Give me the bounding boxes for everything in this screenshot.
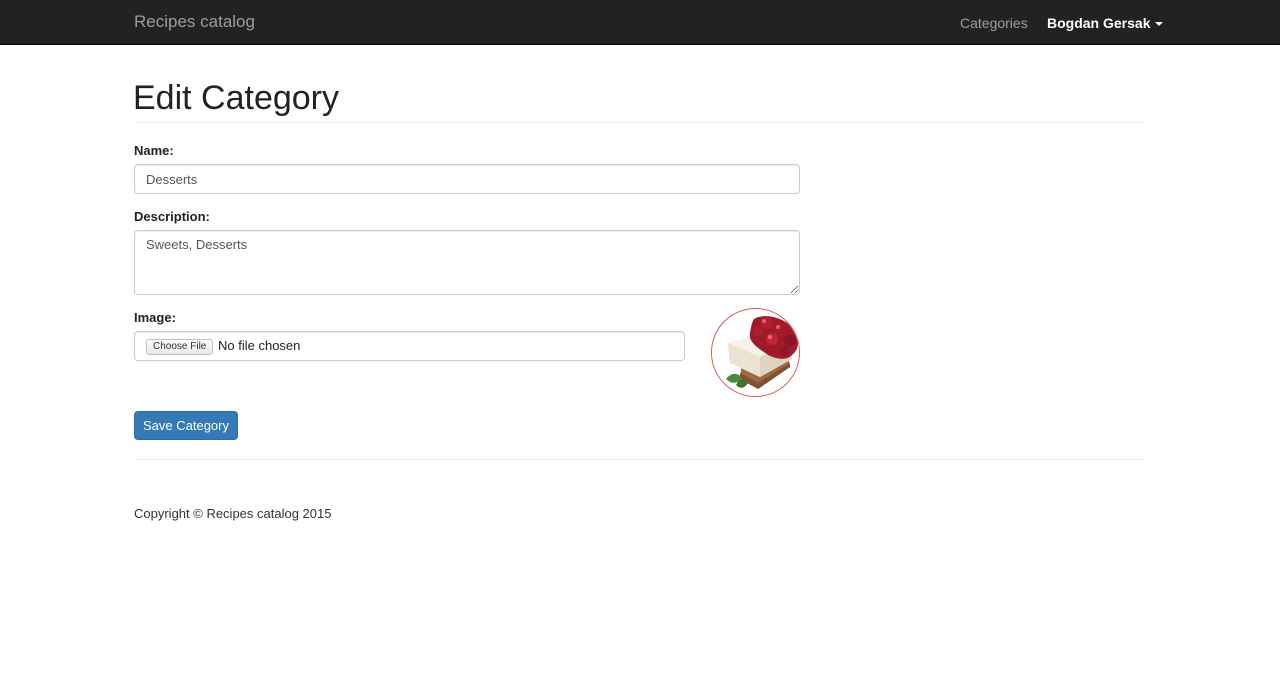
file-status-text: No file chosen	[218, 338, 301, 353]
save-category-button[interactable]: Save Category	[134, 411, 238, 440]
footer-divider	[134, 459, 1146, 460]
brand-link[interactable]: Recipes catalog	[134, 12, 255, 32]
image-label: Image:	[134, 310, 176, 325]
description-label: Description:	[134, 209, 210, 224]
name-input[interactable]	[134, 164, 800, 194]
user-name: Bogdan Gersak	[1047, 15, 1151, 31]
user-menu-dropdown[interactable]: Bogdan Gersak	[1047, 14, 1164, 32]
name-label: Name:	[134, 143, 174, 158]
caret-down-icon	[1155, 22, 1164, 27]
title-divider	[134, 122, 1146, 123]
navbar: Recipes catalog Categories Bogdan Gersak	[0, 0, 1280, 45]
cheesecake-image	[712, 309, 799, 396]
category-image-thumbnail	[711, 308, 800, 397]
footer-copyright: Copyright © Recipes catalog 2015	[134, 506, 332, 521]
nav-categories-link[interactable]: Categories	[960, 14, 1028, 32]
image-file-input[interactable]: Choose File No file chosen	[134, 331, 685, 361]
choose-file-button[interactable]: Choose File	[146, 339, 214, 355]
page-title: Edit Category	[133, 79, 339, 117]
description-textarea[interactable]: Sweets, Desserts	[134, 230, 800, 295]
